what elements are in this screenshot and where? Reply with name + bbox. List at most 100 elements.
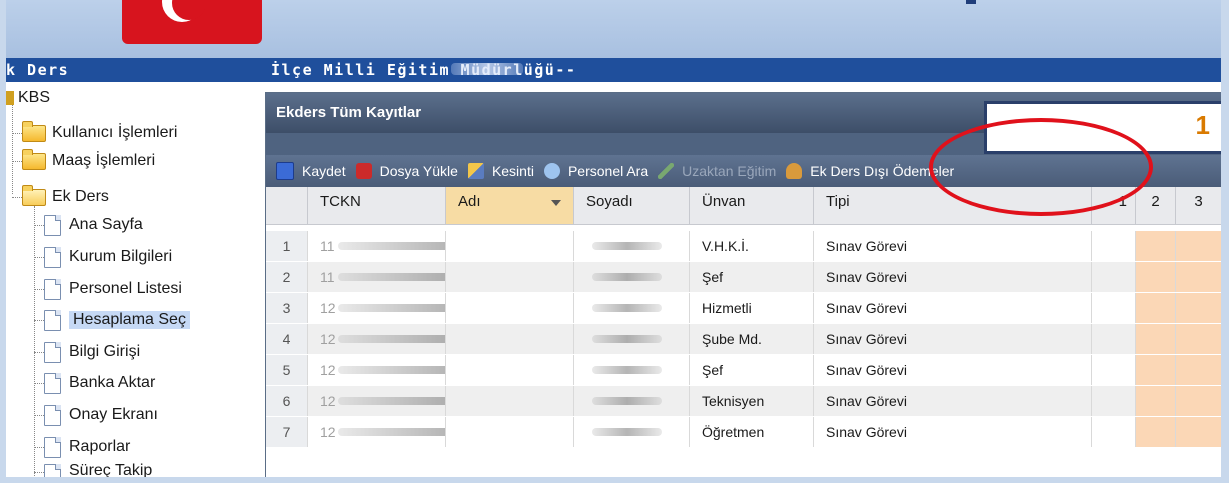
cell-type[interactable]: Sınav Görevi — [814, 355, 1092, 385]
sidebar-item-personel-listesi[interactable]: Personel Listesi — [34, 276, 182, 302]
row-number[interactable]: 4 — [266, 324, 308, 354]
cell-title[interactable]: Hizmetli — [690, 293, 814, 323]
cell-3[interactable] — [1176, 324, 1221, 354]
cell-1[interactable] — [1092, 417, 1136, 447]
cell-3[interactable] — [1176, 231, 1221, 261]
cell-3[interactable] — [1176, 417, 1221, 447]
cell-name[interactable] — [446, 324, 574, 354]
sidebar-item-kullanici-islemleri[interactable]: Kullanıcı İşlemleri — [12, 120, 177, 146]
column-header-3[interactable]: 3 — [1176, 187, 1221, 225]
cell-type[interactable]: Sınav Görevi — [814, 262, 1092, 292]
redacted-text — [338, 273, 445, 281]
cell-3[interactable] — [1176, 262, 1221, 292]
cell-tckn[interactable]: 11 — [308, 231, 446, 261]
cell-2[interactable] — [1136, 417, 1176, 447]
row-number[interactable]: 5 — [266, 355, 308, 385]
cell-3[interactable] — [1176, 293, 1221, 323]
cell-name[interactable] — [446, 231, 574, 261]
table-row[interactable]: 1 11 V.H.K.İ. Sınav Görevi — [266, 231, 1221, 261]
cell-name[interactable] — [446, 386, 574, 416]
sidebar-item-ana-sayfa[interactable]: Ana Sayfa — [34, 212, 143, 238]
cell-type[interactable]: Sınav Görevi — [814, 386, 1092, 416]
cell-type[interactable]: Sınav Görevi — [814, 324, 1092, 354]
sidebar-item-onay-ekrani[interactable]: Onay Ekranı — [34, 402, 158, 428]
column-header-surname[interactable]: Soyadı — [574, 187, 690, 225]
cell-2[interactable] — [1136, 324, 1176, 354]
table-row[interactable]: 7 12 Öğretmen Sınav Görevi — [266, 417, 1221, 447]
cell-name[interactable] — [446, 417, 574, 447]
cell-1[interactable] — [1092, 324, 1136, 354]
cell-surname[interactable] — [574, 417, 690, 447]
cell-title[interactable]: Teknisyen — [690, 386, 814, 416]
remote-education-button[interactable]: Uzaktan Eğitim — [658, 163, 776, 179]
cell-name[interactable] — [446, 293, 574, 323]
column-header-2[interactable]: 2 — [1136, 187, 1176, 225]
cell-surname[interactable] — [574, 293, 690, 323]
row-number[interactable]: 6 — [266, 386, 308, 416]
cell-1[interactable] — [1092, 293, 1136, 323]
cell-2[interactable] — [1136, 355, 1176, 385]
sidebar-item-hesaplama-sec[interactable]: Hesaplama Seç — [34, 307, 190, 333]
table-row[interactable]: 3 12 Hizmetli Sınav Görevi — [266, 293, 1221, 323]
cell-1[interactable] — [1092, 231, 1136, 261]
tckn-prefix: 12 — [320, 331, 336, 347]
cell-1[interactable] — [1092, 262, 1136, 292]
cell-3[interactable] — [1176, 355, 1221, 385]
tckn-prefix: 11 — [320, 269, 335, 285]
sidebar-item-banka-aktar[interactable]: Banka Aktar — [34, 370, 155, 396]
cell-2[interactable] — [1136, 262, 1176, 292]
table-row[interactable]: 2 11 Şef Sınav Görevi — [266, 262, 1221, 292]
sidebar-item-kurum-bilgileri[interactable]: Kurum Bilgileri — [34, 244, 172, 270]
cell-2[interactable] — [1136, 231, 1176, 261]
cell-title[interactable]: Şef — [690, 355, 814, 385]
sidebar-item-maas-islemleri[interactable]: Maaş İşlemleri — [12, 148, 155, 174]
upload-file-button[interactable]: Dosya Yükle — [355, 163, 458, 179]
column-header-title[interactable]: Ünvan — [690, 187, 814, 225]
column-header-name[interactable]: Adı — [446, 187, 574, 225]
cell-type[interactable]: Sınav Görevi — [814, 293, 1092, 323]
deduction-button[interactable]: Kesinti — [467, 163, 534, 179]
search-staff-button[interactable]: Personel Ara — [543, 163, 648, 179]
cell-surname[interactable] — [574, 324, 690, 354]
cell-name[interactable] — [446, 262, 574, 292]
cell-title[interactable]: Şube Md. — [690, 324, 814, 354]
cell-tckn[interactable]: 12 — [308, 386, 446, 416]
cell-surname[interactable] — [574, 355, 690, 385]
cell-name[interactable] — [446, 355, 574, 385]
table-row[interactable]: 4 12 Şube Md. Sınav Görevi — [266, 324, 1221, 354]
sidebar-item-raporlar[interactable]: Raporlar — [34, 434, 130, 460]
cell-2[interactable] — [1136, 386, 1176, 416]
table-row[interactable]: 5 12 Şef Sınav Görevi — [266, 355, 1221, 385]
cell-surname[interactable] — [574, 231, 690, 261]
cell-tckn[interactable]: 12 — [308, 324, 446, 354]
page-icon — [44, 372, 61, 394]
cell-3[interactable] — [1176, 386, 1221, 416]
cell-title[interactable]: Öğretmen — [690, 417, 814, 447]
sidebar-item-bilgi-girisi[interactable]: Bilgi Girişi — [34, 339, 140, 365]
cell-tckn[interactable]: 11 — [308, 262, 446, 292]
cell-type[interactable]: Sınav Görevi — [814, 231, 1092, 261]
cell-2[interactable] — [1136, 293, 1176, 323]
cell-type[interactable]: Sınav Görevi — [814, 417, 1092, 447]
tree-root-kbs[interactable]: KBS — [6, 88, 50, 108]
save-button[interactable]: Kaydet — [276, 162, 346, 180]
column-header-tckn[interactable]: TCKN — [308, 187, 446, 225]
cell-surname[interactable] — [574, 262, 690, 292]
table-row[interactable]: 6 12 Teknisyen Sınav Görevi — [266, 386, 1221, 416]
sidebar-item-ek-ders[interactable]: Ek Ders — [12, 184, 109, 210]
cell-surname[interactable] — [574, 386, 690, 416]
cell-tckn[interactable]: 12 — [308, 355, 446, 385]
row-number[interactable]: 1 — [266, 231, 308, 261]
row-number[interactable]: 3 — [266, 293, 308, 323]
cell-tckn[interactable]: 12 — [308, 293, 446, 323]
row-number[interactable]: 2 — [266, 262, 308, 292]
cell-1[interactable] — [1092, 355, 1136, 385]
dropdown-arrow-icon[interactable] — [551, 200, 561, 206]
cell-title[interactable]: Şef — [690, 262, 814, 292]
cell-tckn[interactable]: 12 — [308, 417, 446, 447]
scissors-icon — [467, 163, 484, 179]
sidebar-item-surec-takip[interactable]: Süreç Takip — [34, 462, 152, 477]
row-number[interactable]: 7 — [266, 417, 308, 447]
cell-1[interactable] — [1092, 386, 1136, 416]
cell-title[interactable]: V.H.K.İ. — [690, 231, 814, 261]
